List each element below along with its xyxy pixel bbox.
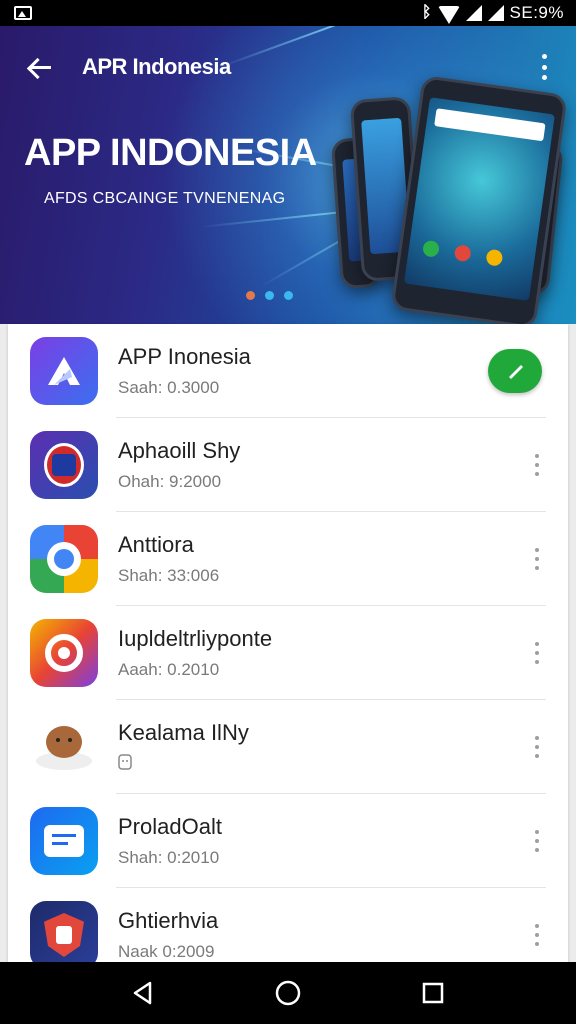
app-meta-icon: [118, 753, 249, 775]
app-name: APP Inonesia: [118, 344, 251, 369]
app-meta: Naak 0:2009: [118, 942, 215, 961]
list-item[interactable]: Anttiora Shah: 33:006: [8, 512, 568, 606]
more-options-button[interactable]: [532, 924, 542, 946]
more-options-button[interactable]: [532, 454, 542, 476]
carousel-dot[interactable]: [265, 291, 274, 300]
nav-back-button[interactable]: [113, 968, 173, 1018]
status-bar: ᛒ SE:9%: [0, 0, 576, 26]
app-name: Ghtierhvia: [118, 908, 219, 933]
arrow-left-icon: [29, 65, 51, 69]
app-meta: Ohah: 9:2000: [118, 472, 222, 491]
app-name: Aphaoill Shy: [118, 438, 241, 463]
app-meta: Aaah: 0.2010: [118, 660, 220, 679]
carousel-dot[interactable]: [246, 291, 255, 300]
mascot-icon: [30, 713, 98, 781]
shield-icon: [30, 431, 98, 499]
square-recents-icon: [423, 982, 444, 1004]
list-item[interactable]: Aphaoill Shy Ohah: 9:2000: [8, 418, 568, 512]
circle-logo-icon: [30, 525, 98, 593]
app-name: Iupldeltrliyponte: [118, 626, 273, 651]
back-button[interactable]: [10, 37, 70, 97]
more-options-button[interactable]: [532, 642, 542, 664]
app-meta: Shah: 33:006: [118, 566, 220, 585]
more-options-button[interactable]: [532, 548, 542, 570]
list-item[interactable]: ProladOalt Shah: 0:2010: [8, 794, 568, 888]
carousel-dot[interactable]: [284, 291, 293, 300]
shield-logo-icon: [30, 901, 98, 964]
nav-home-button[interactable]: [258, 968, 318, 1018]
phone-icon: [509, 365, 523, 379]
app-logo-icon: [30, 337, 98, 405]
camera-logo-icon: [30, 619, 98, 687]
banner-subtitle: AFDS CBCAINGE TVNENENAG: [44, 190, 286, 207]
page-title: APR Indonesia: [82, 54, 231, 79]
list-item[interactable]: Ghtierhvia Naak 0:2009: [8, 888, 568, 964]
call-button[interactable]: [488, 349, 542, 393]
circle-home-icon: [275, 980, 301, 1006]
chat-edit-icon: [30, 807, 98, 875]
app-list: APP Inonesia Saah: 0.3000 Aphaoill Shy O…: [8, 324, 568, 964]
more-options-button[interactable]: [532, 736, 542, 758]
image-icon: [14, 6, 32, 20]
bluetooth-icon: ᛒ: [421, 4, 432, 21]
app-meta: Saah: 0.3000: [118, 378, 220, 397]
triangle-back-icon: [133, 981, 151, 1005]
nav-recents-button[interactable]: [403, 968, 463, 1018]
carousel-indicator: [246, 291, 293, 300]
list-item[interactable]: APP Inonesia Saah: 0.3000: [8, 324, 568, 418]
app-name: Anttiora: [118, 532, 194, 557]
battery-text: SE:9%: [509, 3, 564, 22]
navigation-bar: [0, 962, 576, 1024]
list-item[interactable]: Iupldeltrliyponte Aaah: 0.2010: [8, 606, 568, 700]
signal-icon: [487, 5, 504, 21]
header-banner: APR Indonesia APP INDONESIA AFDS CBCAING…: [0, 26, 576, 324]
banner-title: APP INDONESIA: [24, 132, 317, 174]
app-meta: Shah: 0:2010: [118, 848, 220, 867]
signal-icon: [465, 5, 482, 21]
more-options-button[interactable]: [532, 830, 542, 852]
more-options-button[interactable]: [532, 54, 556, 80]
wifi-icon: [437, 6, 460, 24]
list-item[interactable]: Kealama IlNy: [8, 700, 568, 794]
app-name: Kealama IlNy: [118, 719, 249, 745]
app-name: ProladOalt: [118, 814, 222, 839]
